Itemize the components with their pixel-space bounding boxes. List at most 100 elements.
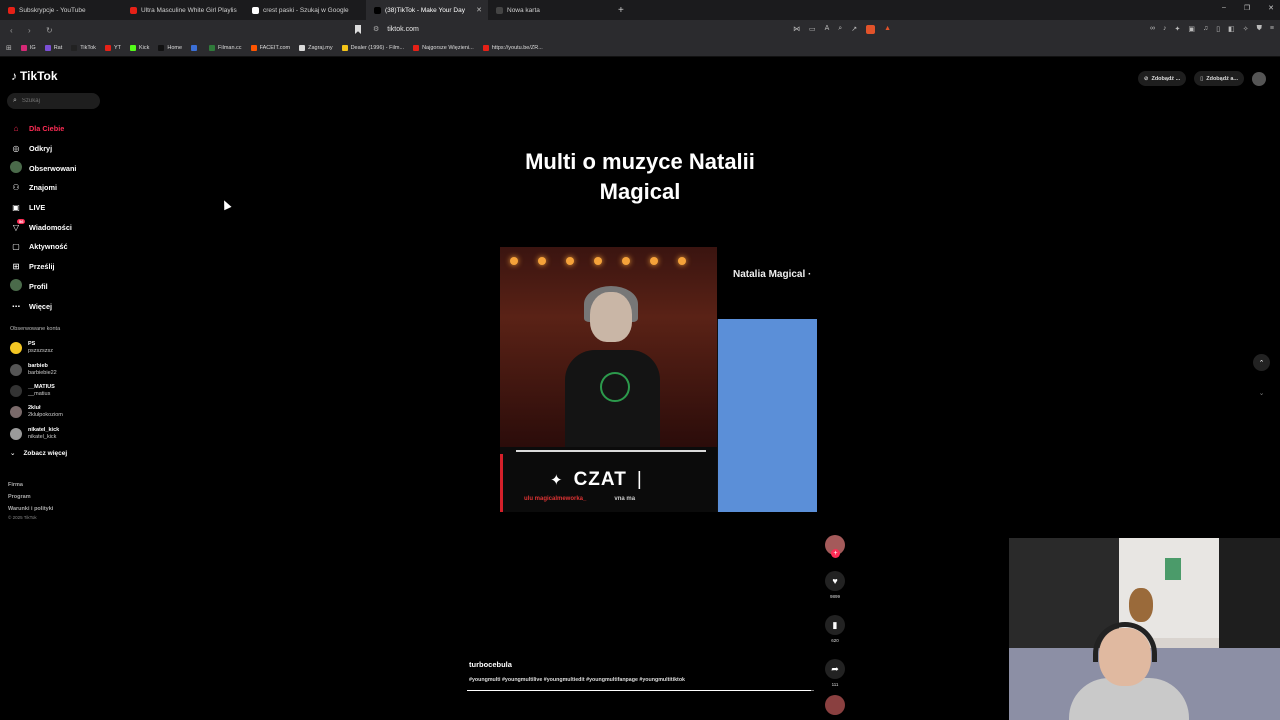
chat-accent xyxy=(500,454,503,512)
browser-tab[interactable]: crest paski - Szukaj w Google xyxy=(244,0,366,20)
bookmark-item[interactable] xyxy=(191,45,200,51)
extensions-icon[interactable]: ✦ xyxy=(1175,25,1181,33)
back-icon[interactable]: ‹ xyxy=(10,26,18,35)
mouse-cursor xyxy=(220,198,232,211)
account-names: nikatel_kick nikatel_kick xyxy=(28,427,59,441)
menu-icon[interactable]: ≡ xyxy=(1270,25,1274,33)
bookmark-item[interactable]: Kick xyxy=(129,45,149,51)
search-icon[interactable]: ⌕ xyxy=(13,97,17,105)
tab-favicon-icon xyxy=(130,6,137,14)
tiktok-logo[interactable]: ♪ TikTok xyxy=(11,69,58,83)
browser-tab[interactable]: Subskrypcje - YouTube xyxy=(0,0,122,20)
creator-avatar[interactable]: + xyxy=(825,535,845,558)
like-button[interactable]: ♥ xyxy=(825,571,845,591)
restore-icon[interactable]: ❐ xyxy=(1244,4,1250,12)
save-button[interactable]: ▮ xyxy=(825,615,845,635)
close-window-icon[interactable]: ✕ xyxy=(1268,4,1274,12)
footer-link[interactable]: Firma xyxy=(8,479,53,491)
like-count: 9899 xyxy=(829,594,840,599)
followed-account[interactable]: __MATIUS __matius xyxy=(10,384,55,398)
url-text[interactable]: tiktok.com xyxy=(387,26,419,33)
follow-plus-icon[interactable]: + xyxy=(831,549,840,558)
brave-rewards-icon[interactable]: ▲ xyxy=(884,25,891,34)
cast-icon[interactable]: ▭ xyxy=(809,25,816,34)
site-info-icon[interactable]: ⚙ xyxy=(373,25,379,33)
footer-link[interactable]: Program xyxy=(8,491,53,503)
caption-username[interactable]: turbocebula xyxy=(469,660,512,669)
see-more-button[interactable]: ⌄ Zobacz więcej xyxy=(10,449,67,458)
forward-icon[interactable]: › xyxy=(28,26,36,35)
bookmark-item[interactable]: https://youtu.be/ZR... xyxy=(482,45,543,51)
followed-account[interactable]: PS pszszszsz xyxy=(10,341,53,355)
sidebar-item-messages[interactable]: ▽ Wiadomości 56 xyxy=(10,217,76,237)
followed-account[interactable]: nikatel_kick nikatel_kick xyxy=(10,427,59,441)
bookmark-label: Dealer (1996) - Film... xyxy=(350,45,405,51)
caption-hashtags[interactable]: #youngmulti #youngmultilive #youngmultie… xyxy=(469,677,685,683)
bookmark-item[interactable]: Najgorsze Więzieni... xyxy=(413,45,474,51)
browser-tab[interactable]: Ultra Masculine White Girl Playlis xyxy=(122,0,244,20)
audio-icon[interactable]: ♪ xyxy=(1163,25,1167,33)
bookmark-item[interactable]: Filman.cc xyxy=(209,45,242,51)
sidebar-item-upload[interactable]: ⊞ Prześlij xyxy=(10,257,76,277)
search-box[interactable]: ⌕ xyxy=(7,93,100,109)
sidebar-item-friends[interactable]: ⚇ Znajomi xyxy=(10,178,76,198)
phone-icon: ▯ xyxy=(1200,75,1204,82)
sidebar-item-following-avatar[interactable]: Obserwowani xyxy=(10,158,76,178)
music-icon[interactable]: ♫ xyxy=(1203,25,1208,33)
chevron-up-icon: ⌃ xyxy=(1258,359,1265,367)
url-field[interactable]: ⚙ tiktok.com xyxy=(373,25,419,34)
apps-grid-icon[interactable]: ⊞ xyxy=(6,44,12,52)
previous-video-button[interactable]: ⌃ xyxy=(1253,354,1270,371)
bookmark-item[interactable]: IG xyxy=(20,45,36,51)
account-names: 2kluł 2klułpokoziom xyxy=(28,405,63,419)
new-tab-button[interactable]: + xyxy=(618,5,624,16)
next-video-button[interactable]: ⌄ xyxy=(1253,384,1270,401)
bookmark-item[interactable]: Home xyxy=(158,45,182,51)
bookmark-item[interactable]: TikTok xyxy=(71,45,96,51)
bookmark-item[interactable]: Rat xyxy=(44,45,62,51)
brave-shields-icon[interactable] xyxy=(866,25,876,34)
screenshot-icon[interactable]: ▣ xyxy=(1188,25,1195,33)
sidebar-item-profile[interactable]: Profil xyxy=(10,277,76,297)
wallet-icon[interactable]: ◧ xyxy=(1228,25,1235,33)
search-input[interactable] xyxy=(21,98,92,104)
sidebar-menu: ⌂ Dla Ciebie ◎ Odkryj Obserwowani ⚇ Znajomi ▣ LI… xyxy=(10,119,76,316)
reload-icon[interactable]: ↻ xyxy=(46,26,54,35)
browser-tab[interactable]: Nowa karta xyxy=(488,0,610,20)
shield-icon[interactable]: ⛊ xyxy=(1257,25,1262,33)
bookmark-item[interactable]: Dealer (1996) - Film... xyxy=(341,45,405,51)
reader-icon[interactable]: ⋈ xyxy=(793,25,800,34)
get-app-button[interactable]: ▯ Zdobądź a... xyxy=(1194,71,1244,86)
get-coins-button[interactable]: ⊘ Zdobądź ... xyxy=(1137,71,1187,86)
profile-avatar[interactable] xyxy=(1252,71,1266,86)
minimize-icon[interactable]: – xyxy=(1222,4,1226,12)
sidebar-item-activity[interactable]: ▢ Aktywność xyxy=(10,237,76,257)
video-player[interactable]: Natalia Magical · ✦ CZAT | ulu magicalme… xyxy=(500,247,817,512)
account-nickname: nikatel_kick xyxy=(28,434,57,440)
bookmark-icon[interactable] xyxy=(355,25,361,34)
chat-subline-left: ulu magicalmeworka_ xyxy=(524,496,587,502)
activity-icon: ▢ xyxy=(12,242,20,252)
sidebar-item-live[interactable]: ▣ LIVE xyxy=(10,198,76,218)
save-count: 620 xyxy=(831,638,839,643)
vpn-icon[interactable]: ∞ xyxy=(1150,25,1155,33)
followed-account[interactable]: 2kluł 2klułpokoziom xyxy=(10,405,63,419)
sidebar-toggle-icon[interactable]: ▯ xyxy=(1216,25,1220,33)
bookmark-item[interactable]: Zagraj.my xyxy=(299,45,333,51)
close-tab-icon[interactable]: ✕ xyxy=(476,6,482,14)
zoom-icon[interactable]: ⌕ xyxy=(838,25,842,34)
sound-disc-avatar[interactable] xyxy=(825,695,845,715)
share-button[interactable]: ➦ xyxy=(825,659,845,679)
bookmark-item[interactable]: YT xyxy=(104,45,121,51)
bookmark-item[interactable]: FACEIT.com xyxy=(250,45,290,51)
sidebar-item-home[interactable]: ⌂ Dla Ciebie xyxy=(10,119,76,139)
video-progress-bar[interactable] xyxy=(467,690,814,691)
footer-link[interactable]: Warunki i polityki xyxy=(8,503,53,515)
share-icon[interactable]: ↗ xyxy=(851,25,857,34)
sidebar-item-compass[interactable]: ◎ Odkryj xyxy=(10,139,76,159)
followed-account[interactable]: barbieb barbiebie22 xyxy=(10,363,57,377)
translate-icon[interactable]: A xyxy=(825,25,830,34)
sidebar-item-more[interactable]: ⋯ Więcej xyxy=(10,296,76,316)
browser-tab[interactable]: (38)TikTok - Make Your Day ✕ xyxy=(366,0,488,20)
leo-icon[interactable]: ✧ xyxy=(1243,25,1249,33)
